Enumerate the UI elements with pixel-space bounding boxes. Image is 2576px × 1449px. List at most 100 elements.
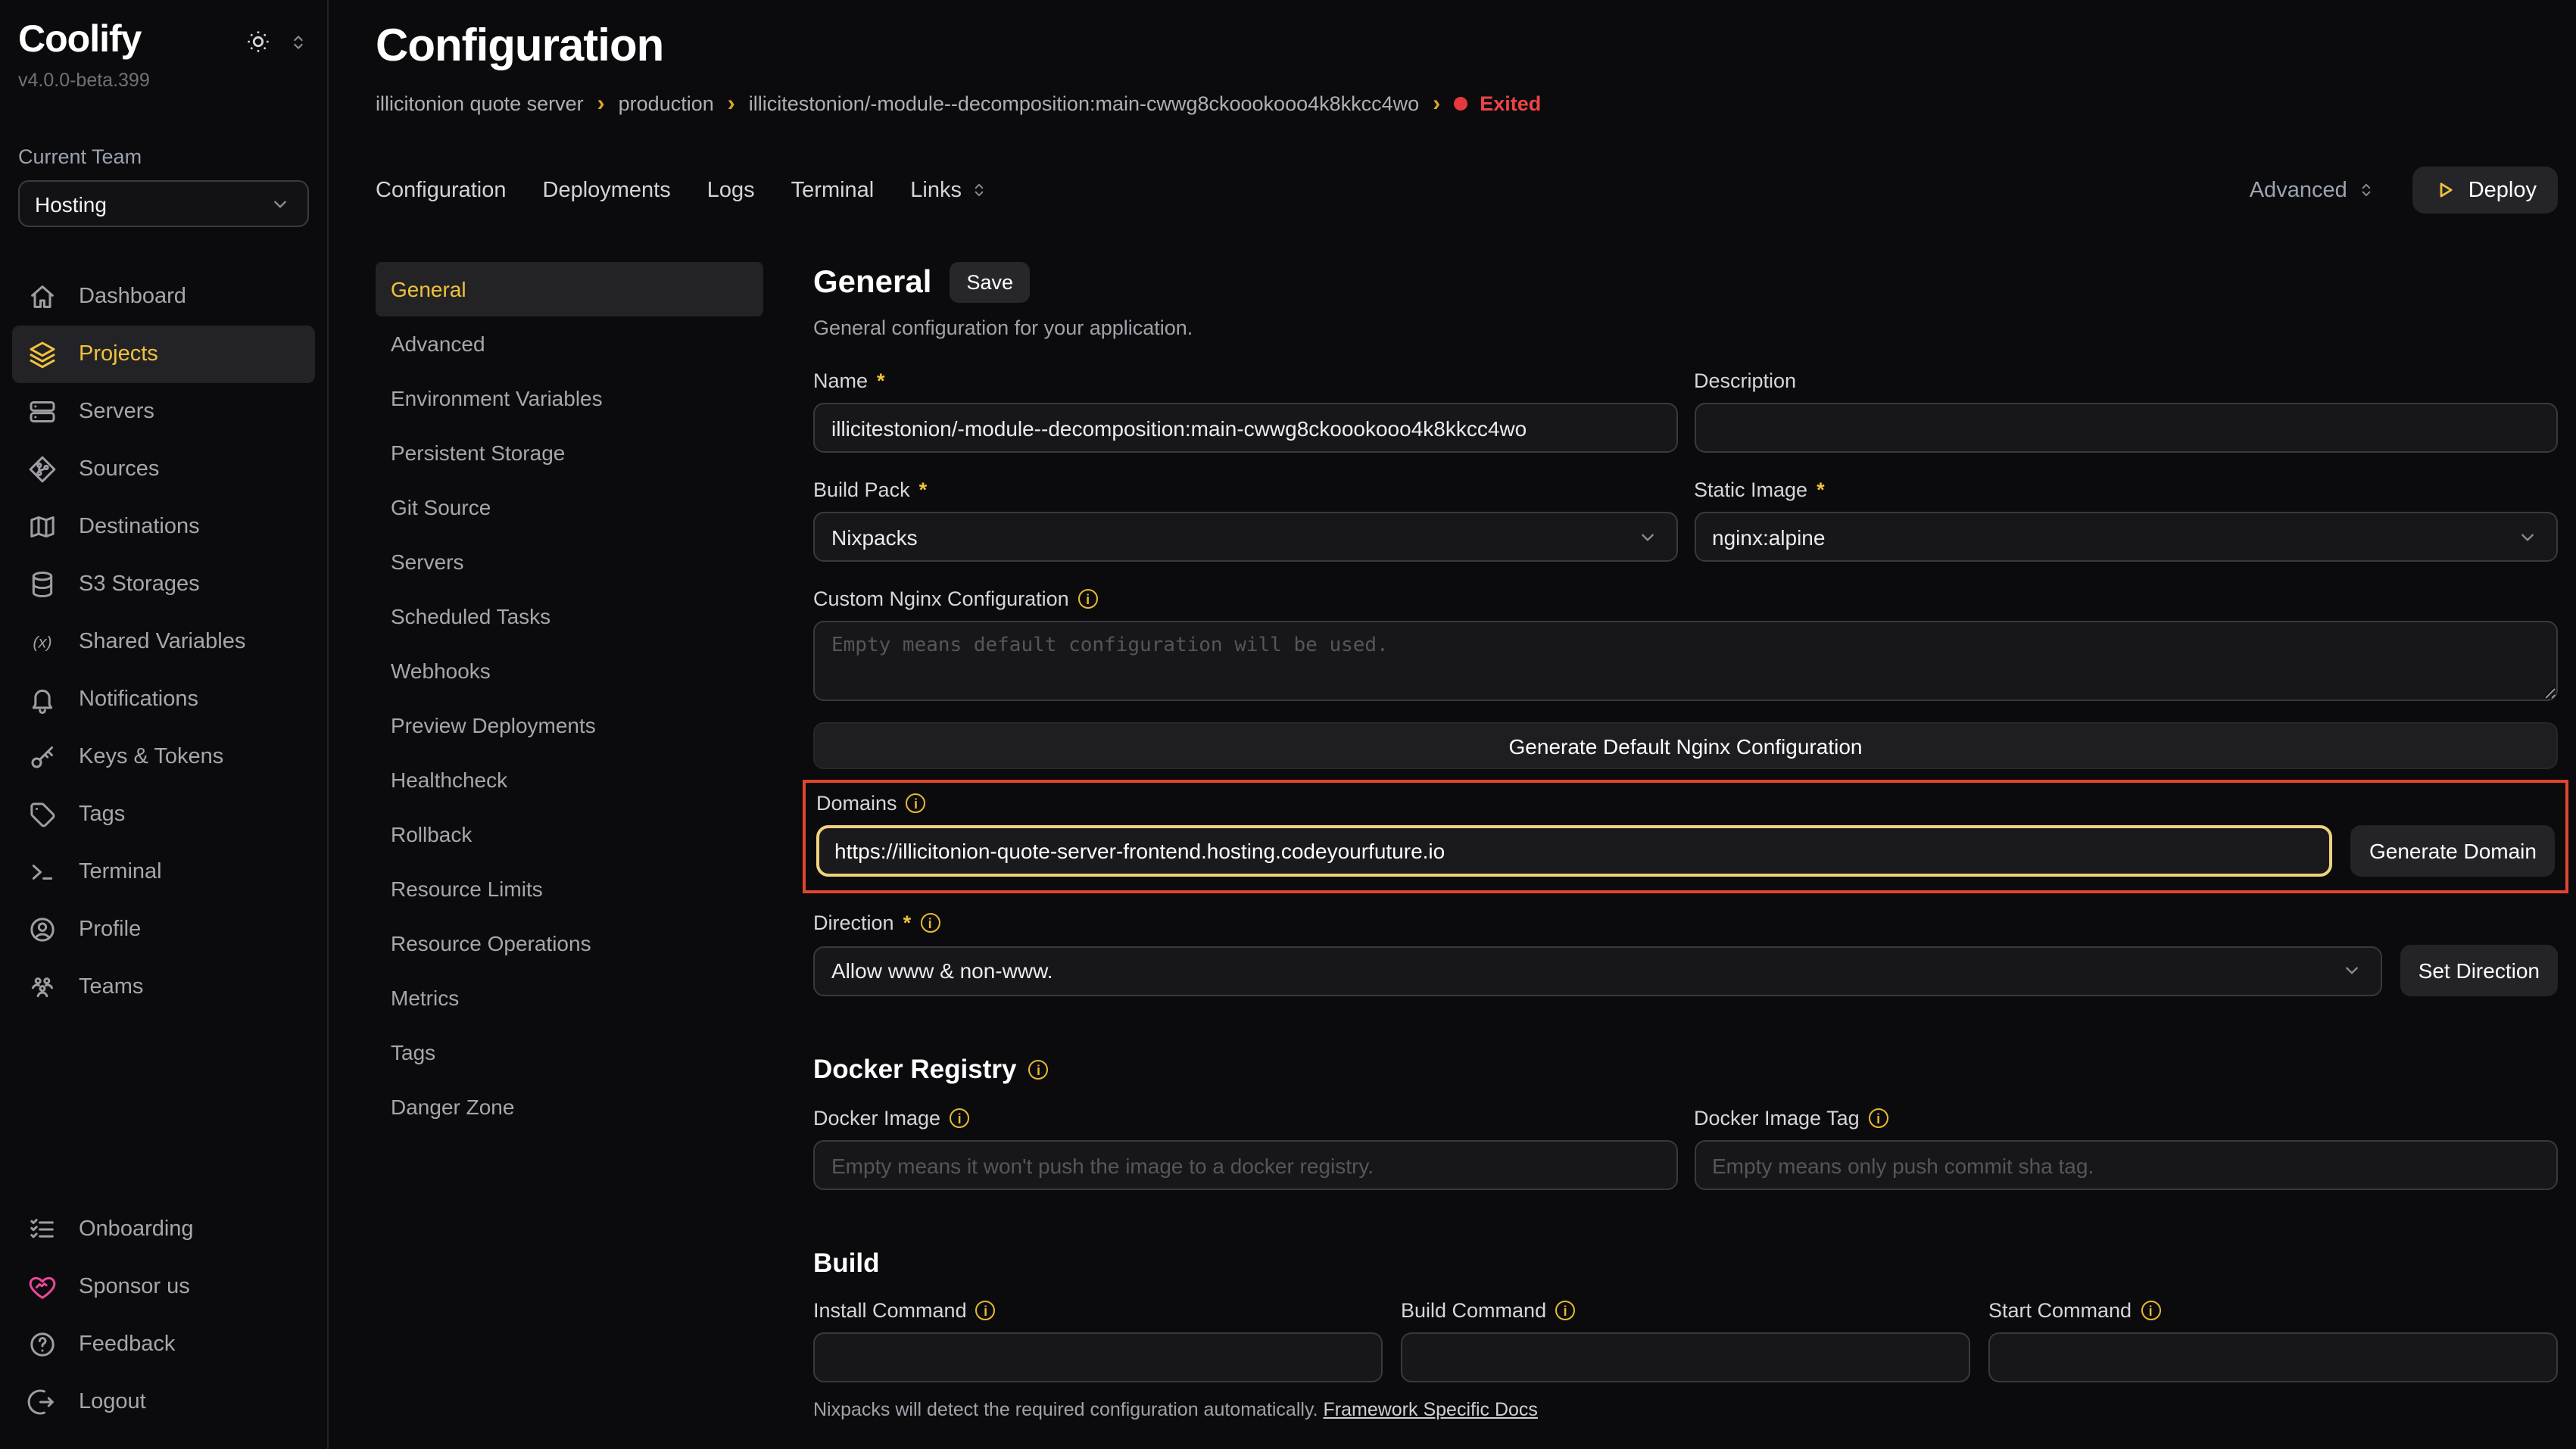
install-command-label: Install Command bbox=[813, 1299, 1383, 1322]
git-branch-icon bbox=[27, 454, 58, 485]
sidebar-item[interactable]: Projects bbox=[12, 326, 315, 383]
generate-nginx-button[interactable]: Generate Default Nginx Configuration bbox=[813, 722, 2558, 769]
tabbar: Configuration Deployments Logs T bbox=[376, 167, 2558, 213]
start-command-input[interactable] bbox=[1988, 1332, 2558, 1382]
build-command-label: Build Command bbox=[1401, 1299, 1970, 1322]
subnav-item[interactable]: Resource Operations bbox=[376, 916, 763, 971]
tab[interactable]: Deployments bbox=[543, 178, 671, 202]
subnav-item[interactable]: General bbox=[376, 262, 763, 316]
tab[interactable]: Links bbox=[910, 178, 989, 202]
chevron-down-icon bbox=[2515, 525, 2540, 549]
info-icon[interactable] bbox=[1028, 1060, 1048, 1080]
tabs: Configuration Deployments Logs T bbox=[376, 178, 989, 202]
logout-icon bbox=[27, 1387, 58, 1417]
config-subnav: General Advanced Environment Variables P… bbox=[376, 262, 763, 1449]
subnav-item[interactable]: Webhooks bbox=[376, 643, 763, 698]
subnav-item[interactable]: Danger Zone bbox=[376, 1080, 763, 1134]
sidebar-item[interactable]: Profile bbox=[12, 901, 315, 958]
info-icon[interactable] bbox=[950, 1108, 969, 1128]
sidebar-item[interactable]: Keys & Tokens bbox=[12, 728, 315, 786]
coolify-app: Coolify v4.0.0-beta.399 Current Team Hos… bbox=[0, 0, 2576, 1449]
nginx-config-textarea[interactable] bbox=[813, 621, 2558, 701]
server-icon bbox=[27, 397, 58, 427]
status-dot-icon bbox=[1454, 97, 1467, 111]
chevrons-updown-icon[interactable] bbox=[288, 31, 309, 52]
sidebar-item[interactable]: Teams bbox=[12, 958, 315, 1016]
main-content: Configuration illicitonion quote server … bbox=[329, 0, 2576, 1449]
breadcrumb-item[interactable]: illicitestonion/-module--decomposition:m… bbox=[749, 92, 1419, 115]
tab[interactable]: Terminal bbox=[791, 178, 875, 202]
tab[interactable]: Logs bbox=[707, 178, 755, 202]
domains-input[interactable] bbox=[816, 825, 2333, 877]
info-icon[interactable] bbox=[2141, 1301, 2160, 1320]
subnav-item[interactable]: Advanced bbox=[376, 316, 763, 371]
team-select[interactable]: Hosting bbox=[18, 180, 309, 227]
install-command-input[interactable] bbox=[813, 1332, 1383, 1382]
sidebar-item[interactable]: (x) Shared Variables bbox=[12, 613, 315, 671]
info-icon[interactable] bbox=[976, 1301, 996, 1320]
chevron-down-icon bbox=[2340, 958, 2364, 983]
subnav-item[interactable]: Rollback bbox=[376, 807, 763, 862]
subnav-item[interactable]: Git Source bbox=[376, 480, 763, 534]
sidebar-item[interactable]: Tags bbox=[12, 786, 315, 843]
subnav-item[interactable]: Metrics bbox=[376, 971, 763, 1025]
subnav-item[interactable]: Healthcheck bbox=[376, 753, 763, 807]
info-icon[interactable] bbox=[906, 793, 926, 813]
sidebar-footer-item[interactable]: Onboarding bbox=[12, 1201, 315, 1258]
info-icon[interactable] bbox=[1869, 1108, 1888, 1128]
build-heading: Build bbox=[813, 1248, 2558, 1279]
breadcrumb-items: illicitonion quote server › production ›… bbox=[376, 92, 1440, 115]
tab[interactable]: Configuration bbox=[376, 178, 507, 202]
docker-image-tag-input[interactable] bbox=[1694, 1140, 2558, 1190]
tag-icon bbox=[27, 799, 58, 830]
build-command-input[interactable] bbox=[1401, 1332, 1970, 1382]
sidebar-footer-item[interactable]: Logout bbox=[12, 1373, 315, 1431]
sidebar-footer-item[interactable]: Feedback bbox=[12, 1316, 315, 1373]
info-icon[interactable] bbox=[1555, 1301, 1575, 1320]
generate-domain-button[interactable]: Generate Domain bbox=[2351, 825, 2555, 877]
sidebar-footer-item[interactable]: Sponsor us bbox=[12, 1258, 315, 1316]
sidebar-item[interactable]: Destinations bbox=[12, 498, 315, 556]
subnav-item[interactable]: Preview Deployments bbox=[376, 698, 763, 753]
domains-label: Domains bbox=[816, 792, 2555, 815]
sun-icon[interactable] bbox=[244, 27, 273, 56]
subnav-item[interactable]: Environment Variables bbox=[376, 371, 763, 425]
subnav-item[interactable]: Scheduled Tasks bbox=[376, 589, 763, 643]
name-input[interactable] bbox=[813, 403, 1677, 453]
direction-select[interactable]: Allow www & non-www. bbox=[813, 946, 2382, 996]
sidebar-nav: Dashboard Projects Servers Sources bbox=[18, 268, 309, 1016]
section-subtitle: General configuration for your applicati… bbox=[813, 316, 2558, 339]
subnav-item[interactable]: Resource Limits bbox=[376, 862, 763, 916]
save-button[interactable]: Save bbox=[950, 262, 1030, 303]
sidebar-item[interactable]: Sources bbox=[12, 441, 315, 498]
description-input[interactable] bbox=[1694, 403, 2558, 453]
subnav-item[interactable]: Servers bbox=[376, 534, 763, 589]
sidebar-item[interactable]: Terminal bbox=[12, 843, 315, 901]
info-icon[interactable] bbox=[920, 913, 940, 933]
docker-image-tag-label: Docker Image Tag bbox=[1694, 1107, 2558, 1130]
set-direction-button[interactable]: Set Direction bbox=[2400, 945, 2558, 996]
sidebar-item[interactable]: Dashboard bbox=[12, 268, 315, 326]
sidebar-item[interactable]: Servers bbox=[12, 383, 315, 441]
help-circle-icon bbox=[27, 1329, 58, 1360]
version-label: v4.0.0-beta.399 bbox=[18, 70, 309, 91]
info-icon[interactable] bbox=[1078, 589, 1098, 609]
framework-docs-link[interactable]: Framework Specific Docs bbox=[1324, 1399, 1538, 1420]
static-image-select[interactable]: nginx:alpine bbox=[1694, 512, 2558, 562]
nixpacks-note: Nixpacks will detect the required config… bbox=[813, 1399, 2558, 1420]
sidebar-item[interactable]: S3 Storages bbox=[12, 556, 315, 613]
terminal-icon bbox=[27, 857, 58, 887]
deploy-button[interactable]: Deploy bbox=[2412, 167, 2558, 213]
sidebar-item[interactable]: Notifications bbox=[12, 671, 315, 728]
advanced-menu[interactable]: Advanced bbox=[2250, 178, 2376, 202]
chevron-right-separator: › bbox=[728, 92, 735, 115]
subnav-item[interactable]: Persistent Storage bbox=[376, 425, 763, 480]
breadcrumb-item[interactable]: production bbox=[619, 92, 714, 115]
subnav-item[interactable]: Tags bbox=[376, 1025, 763, 1080]
team-select-value: Hosting bbox=[35, 192, 107, 216]
heart-hands-icon bbox=[27, 1272, 58, 1302]
build-pack-select[interactable]: Nixpacks bbox=[813, 512, 1677, 562]
static-image-label: Static Image bbox=[1694, 478, 2558, 501]
docker-image-input[interactable] bbox=[813, 1140, 1677, 1190]
breadcrumb-item[interactable]: illicitonion quote server bbox=[376, 92, 584, 115]
